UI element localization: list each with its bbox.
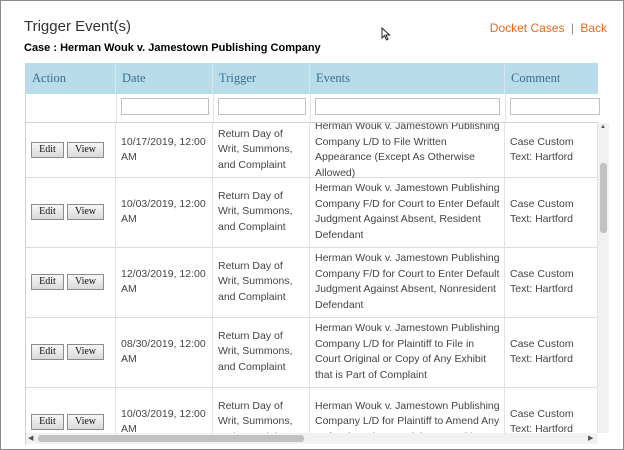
- events-filter-input[interactable]: [315, 98, 500, 115]
- action-cell: Edit View: [26, 317, 116, 387]
- horizontal-scrollbar[interactable]: ◀ ▶: [26, 433, 598, 444]
- date-text: 08/30/2019, 12:00 AM: [121, 337, 206, 366]
- events-cell: Herman Wouk v. Jamestown Publishing Comp…: [310, 123, 505, 179]
- table-row: Edit View 10/03/2019, 12:00 AM Return Day o…: [26, 177, 598, 248]
- header-trigger[interactable]: Trigger: [213, 63, 310, 94]
- view-button[interactable]: View: [67, 414, 104, 430]
- events-grid: Action Date Trigger Events Comment Edit V…: [25, 63, 609, 445]
- comment-text: Case Custom Text: Hartford: [510, 407, 574, 434]
- comment-cell: Case Custom Text: Hartford: [505, 247, 598, 317]
- filter-action-cell: [26, 94, 117, 122]
- grid-body: Edit View 10/17/2019, 12:00 AM Return Day o…: [26, 123, 598, 433]
- comment-cell: Case Custom Text: Hartford: [505, 317, 598, 387]
- table-row: Edit View 08/30/2019, 12:00 AM Return Day o…: [26, 317, 598, 388]
- events-cell: Herman Wouk v. Jamestown Publishing Comp…: [310, 247, 505, 317]
- edit-button[interactable]: Edit: [31, 204, 64, 220]
- events-text: Herman Wouk v. Jamestown Publishing Comp…: [315, 252, 500, 311]
- comment-cell: Case Custom Text: Hartford: [505, 177, 598, 247]
- comment-text: Case Custom Text: Hartford: [510, 135, 574, 164]
- view-button[interactable]: View: [67, 344, 104, 360]
- action-cell: Edit View: [26, 123, 116, 177]
- view-button[interactable]: View: [67, 274, 104, 290]
- header-comment[interactable]: Comment: [505, 63, 598, 94]
- vertical-scrollbar[interactable]: ▲: [598, 123, 609, 433]
- link-separator: |: [570, 21, 574, 35]
- trigger-text: Return Day of Writ, Summons, and Complai…: [218, 399, 293, 433]
- events-cell: Herman Wouk v. Jamestown Publishing Comp…: [310, 387, 505, 433]
- trigger-events-dialog: Trigger Event(s) Docket Cases | Back Cas…: [0, 0, 624, 450]
- horizontal-scroll-thumb[interactable]: [38, 435, 304, 442]
- filter-date-cell: [116, 94, 214, 122]
- date-filter-input[interactable]: [121, 98, 209, 115]
- trigger-text: Return Day of Writ, Summons, and Complai…: [218, 329, 293, 373]
- events-text: Herman Wouk v. Jamestown Publishing Comp…: [315, 182, 500, 241]
- edit-button[interactable]: Edit: [31, 414, 64, 430]
- top-links: Docket Cases | Back: [490, 21, 607, 35]
- trigger-filter-input[interactable]: [218, 98, 306, 115]
- date-text: 10/03/2019, 12:00 AM: [121, 197, 206, 226]
- trigger-text: Return Day of Writ, Summons, and Complai…: [218, 127, 293, 171]
- view-button[interactable]: View: [67, 142, 104, 158]
- trigger-text: Return Day of Writ, Summons, and Complai…: [218, 259, 293, 303]
- comment-cell: Case Custom Text: Hartford: [505, 123, 598, 177]
- comment-text: Case Custom Text: Hartford: [510, 267, 574, 296]
- date-text: 10/03/2019, 12:00 AM: [121, 407, 206, 434]
- date-cell: 10/03/2019, 12:00 AM: [116, 387, 213, 433]
- action-cell: Edit View: [26, 387, 116, 433]
- scroll-left-icon[interactable]: ◀: [28, 434, 33, 442]
- table-row: Edit View 12/03/2019, 12:00 AM Return Day o…: [26, 247, 598, 318]
- action-cell: Edit View: [26, 247, 116, 317]
- header-events[interactable]: Events: [310, 63, 505, 94]
- view-button[interactable]: View: [67, 204, 104, 220]
- edit-button[interactable]: Edit: [31, 274, 64, 290]
- comment-text: Case Custom Text: Hartford: [510, 197, 574, 226]
- trigger-cell: Return Day of Writ, Summons, and Complai…: [213, 247, 310, 317]
- table-row: Edit View 10/03/2019, 12:00 AM Return Day o…: [26, 387, 598, 433]
- date-cell: 10/03/2019, 12:00 AM: [116, 177, 213, 247]
- events-cell: Herman Wouk v. Jamestown Publishing Comp…: [310, 317, 505, 387]
- edit-button[interactable]: Edit: [31, 344, 64, 360]
- events-text: Herman Wouk v. Jamestown Publishing Comp…: [315, 322, 500, 381]
- mouse-cursor-icon: [381, 26, 391, 44]
- date-cell: 12/03/2019, 12:00 AM: [116, 247, 213, 317]
- grid-header: Action Date Trigger Events Comment: [26, 63, 598, 94]
- scroll-right-icon[interactable]: ▶: [588, 434, 593, 442]
- filter-comment-cell: [505, 94, 600, 122]
- comment-text: Case Custom Text: Hartford: [510, 337, 574, 366]
- case-label: Case : Herman Wouk v. Jamestown Publishi…: [24, 42, 321, 54]
- events-text: Herman Wouk v. Jamestown Publishing Comp…: [315, 399, 500, 433]
- events-cell: Herman Wouk v. Jamestown Publishing Comp…: [310, 177, 505, 247]
- header-date[interactable]: Date: [116, 63, 213, 94]
- scroll-up-icon[interactable]: ▲: [600, 124, 606, 130]
- trigger-cell: Return Day of Writ, Summons, and Complai…: [213, 317, 310, 387]
- trigger-cell: Return Day of Writ, Summons, and Complai…: [213, 387, 310, 433]
- date-cell: 10/17/2019, 12:00 AM: [116, 123, 213, 177]
- date-text: 12/03/2019, 12:00 AM: [121, 267, 206, 296]
- trigger-text: Return Day of Writ, Summons, and Complai…: [218, 189, 293, 233]
- comment-cell: Case Custom Text: Hartford: [505, 387, 598, 433]
- filter-events-cell: [310, 94, 506, 122]
- comment-filter-input[interactable]: [510, 98, 600, 115]
- date-cell: 08/30/2019, 12:00 AM: [116, 317, 213, 387]
- filter-row: [26, 94, 600, 123]
- action-cell: Edit View: [26, 177, 116, 247]
- trigger-cell: Return Day of Writ, Summons, and Complai…: [213, 123, 310, 177]
- date-text: 10/17/2019, 12:00 AM: [121, 135, 206, 164]
- events-text: Herman Wouk v. Jamestown Publishing Comp…: [315, 123, 500, 179]
- trigger-cell: Return Day of Writ, Summons, and Complai…: [213, 177, 310, 247]
- dialog-title: Trigger Event(s): [24, 18, 131, 35]
- docket-cases-link[interactable]: Docket Cases: [490, 21, 565, 35]
- edit-button[interactable]: Edit: [31, 142, 64, 158]
- table-row: Edit View 10/17/2019, 12:00 AM Return Day o…: [26, 123, 598, 179]
- back-link[interactable]: Back: [580, 21, 607, 35]
- header-action[interactable]: Action: [26, 63, 116, 94]
- filter-trigger-cell: [213, 94, 311, 122]
- vertical-scroll-thumb[interactable]: [600, 163, 607, 233]
